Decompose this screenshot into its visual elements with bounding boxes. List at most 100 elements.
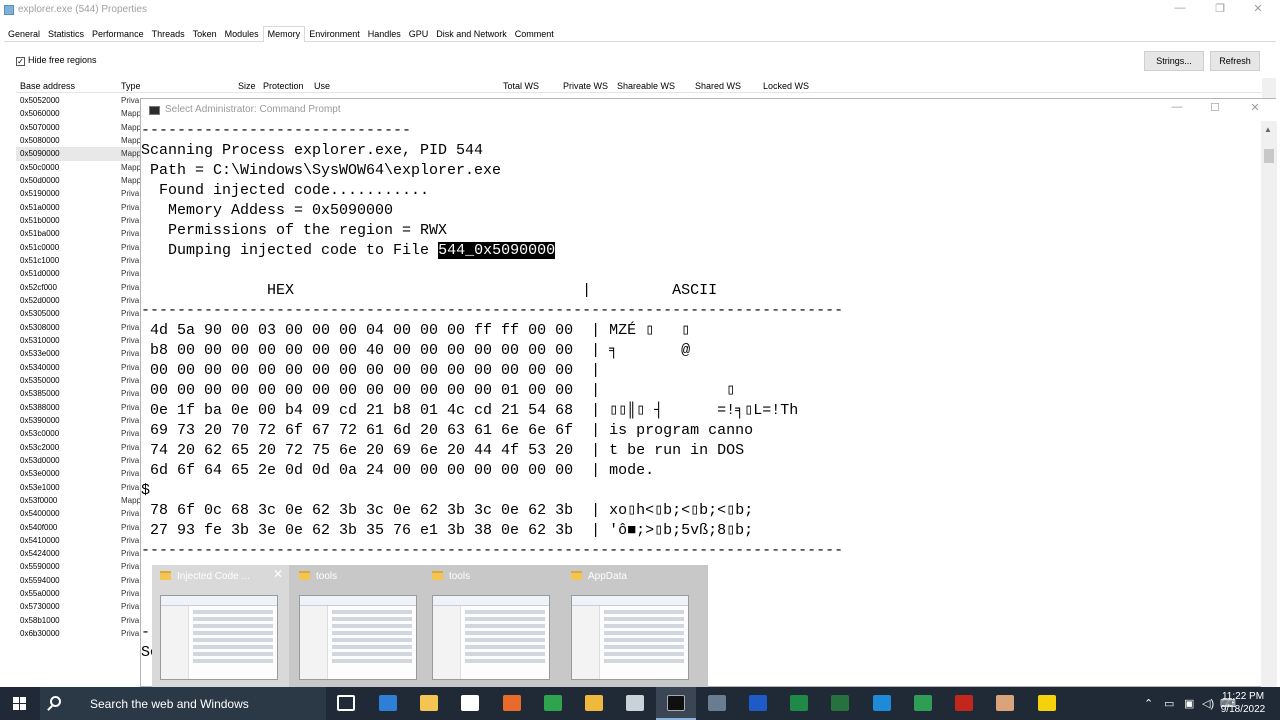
table-row[interactable]: 0x5305000 Priva — [16, 307, 146, 320]
table-row[interactable]: 0x52cf000 Priva — [16, 281, 146, 294]
col-shared-ws[interactable]: Shared WS — [695, 81, 741, 91]
person-icon[interactable] — [985, 687, 1025, 720]
file-explorer-icon[interactable] — [409, 687, 449, 720]
window-thumbnail[interactable]: tools — [424, 565, 561, 687]
taskbar-clock[interactable]: 11:22 PM 9/18/2022 — [1218, 690, 1268, 716]
col-private-ws[interactable]: Private WS — [563, 81, 608, 91]
table-row[interactable]: 0x53e0000 Priva — [16, 467, 146, 480]
table-row[interactable]: 0x5390000 Priva — [16, 414, 146, 427]
table-row[interactable]: 0x5590000 Priva — [16, 560, 146, 573]
store-icon[interactable] — [450, 687, 490, 720]
tab-token[interactable]: Token — [189, 27, 221, 43]
taskbar-search-box[interactable]: Search the web and Windows — [40, 687, 326, 720]
snake-icon[interactable] — [944, 687, 984, 720]
col-use[interactable]: Use — [314, 81, 330, 91]
table-row[interactable]: 0x52d0000 Priva — [16, 294, 146, 307]
table-row[interactable]: 0x533e000 Priva — [16, 347, 146, 360]
table-row[interactable]: 0x5350000 Priva — [16, 374, 146, 387]
col-shareable-ws[interactable]: Shareable WS — [617, 81, 675, 91]
tab-statistics[interactable]: Statistics — [44, 27, 88, 43]
maximize-button[interactable]: ❐ — [1200, 2, 1240, 18]
table-row[interactable]: 0x50c0000 Mapp — [16, 161, 146, 174]
window-thumbnail[interactable]: tools — [291, 565, 428, 687]
close-button[interactable]: ✕ — [1238, 2, 1278, 18]
table-row[interactable]: 0x51d0000 Priva — [16, 267, 146, 280]
table-row[interactable]: 0x5410000 Priva — [16, 534, 146, 547]
table-row[interactable]: 0x51c1000 Priva — [16, 254, 146, 267]
volume-icon[interactable]: ◁) — [1202, 697, 1214, 710]
edge-icon[interactable] — [368, 687, 408, 720]
gear-blue-icon[interactable] — [862, 687, 902, 720]
cmd-scrollbar[interactable]: ▲ — [1261, 121, 1277, 688]
refresh-button[interactable]: Refresh — [1210, 51, 1260, 71]
tab-threads[interactable]: Threads — [148, 27, 189, 43]
table-row[interactable]: 0x51ba000 Priva — [16, 227, 146, 240]
thumbnail-close-icon[interactable]: ✕ — [271, 567, 285, 581]
action-center-icon[interactable]: ▭ — [1164, 697, 1174, 710]
col-total-ws[interactable]: Total WS — [503, 81, 539, 91]
table-row[interactable]: 0x55a0000 Priva — [16, 587, 146, 600]
table-row[interactable]: 0x5340000 Priva — [16, 361, 146, 374]
network-icon[interactable]: ▣ — [1184, 697, 1194, 710]
firefox-icon[interactable] — [492, 687, 532, 720]
chevron-up-icon[interactable]: ⌃ — [1144, 697, 1153, 710]
col-base-address[interactable]: Base address — [20, 81, 75, 91]
task-view-icon[interactable] — [326, 687, 366, 720]
table-row[interactable]: 0x5424000 Priva — [16, 547, 146, 560]
tab-environment[interactable]: Environment — [305, 27, 364, 43]
table-row[interactable]: 0x5310000 Priva — [16, 334, 146, 347]
tab-memory[interactable]: Memory — [262, 26, 306, 42]
tab-gpu[interactable]: GPU — [405, 27, 433, 43]
table-row[interactable]: 0x5385000 Priva — [16, 387, 146, 400]
excel-icon[interactable] — [779, 687, 819, 720]
table-row[interactable]: 0x53e1000 Priva — [16, 481, 146, 494]
table-row[interactable]: 0x5388000 Priva — [16, 401, 146, 414]
cmd-maximize-button[interactable]: ☐ — [1195, 101, 1235, 117]
table-row[interactable]: 0x5730000 Priva — [16, 600, 146, 613]
table-row[interactable]: 0x53c0000 Priva — [16, 427, 146, 440]
cmd-minimize-button[interactable]: — — [1157, 101, 1197, 117]
settings-icon[interactable] — [615, 687, 655, 720]
network-app-icon[interactable] — [697, 687, 737, 720]
col-size[interactable]: Size — [238, 81, 256, 91]
app-green-icon[interactable] — [533, 687, 573, 720]
app-folder-icon[interactable] — [574, 687, 614, 720]
tab-comment[interactable]: Comment — [511, 27, 558, 43]
strings-button[interactable]: Strings... — [1144, 51, 1204, 71]
table-row[interactable]: 0x5070000 Mapp — [16, 121, 146, 134]
tab-modules[interactable]: Modules — [221, 27, 263, 43]
cmd-close-button[interactable]: ✕ — [1235, 101, 1275, 117]
table-row[interactable]: 0x5090000 Mapp — [16, 147, 146, 161]
table-row[interactable]: 0x5400000 Priva — [16, 507, 146, 520]
tab-general[interactable]: General — [4, 27, 44, 43]
table-row[interactable]: 0x53c2000 Priva — [16, 441, 146, 454]
excel2-icon[interactable] — [903, 687, 943, 720]
scroll-thumb[interactable] — [1264, 149, 1274, 163]
table-row[interactable]: 0x6b30000 Priva — [16, 627, 146, 640]
table-row[interactable]: 0x5308000 Priva — [16, 321, 146, 334]
window-thumbnail[interactable]: Injected Code ... ✕ — [152, 565, 289, 687]
col-type[interactable]: Type — [121, 81, 141, 91]
table-row[interactable]: 0x50d0000 Mapp — [16, 174, 146, 187]
terminal-app-icon[interactable] — [820, 687, 860, 720]
minimize-button[interactable]: — — [1160, 2, 1200, 18]
col-locked-ws[interactable]: Locked WS — [763, 81, 809, 91]
tab-handles[interactable]: Handles — [364, 27, 405, 43]
start-button[interactable] — [0, 687, 40, 720]
tab-disk-and-network[interactable]: Disk and Network — [432, 27, 511, 43]
table-row[interactable]: 0x53f0000 Mapp — [16, 494, 146, 507]
window-thumbnail[interactable]: AppData — [563, 565, 700, 687]
table-row[interactable]: 0x51a0000 Priva — [16, 201, 146, 214]
scroll-up-icon[interactable]: ▲ — [1264, 125, 1272, 134]
hide-free-regions-checkbox[interactable]: ✓ Hide free regions — [16, 55, 97, 66]
table-row[interactable]: 0x5052000 Priva — [16, 94, 146, 107]
table-row[interactable]: 0x5060000 Mapp — [16, 107, 146, 120]
t-app-icon[interactable] — [1027, 687, 1067, 720]
table-row[interactable]: 0x51b0000 Priva — [16, 214, 146, 227]
chart-app-icon[interactable] — [738, 687, 778, 720]
tab-performance[interactable]: Performance — [88, 27, 148, 43]
table-row[interactable]: 0x51c0000 Priva — [16, 241, 146, 254]
table-row[interactable]: 0x53d0000 Priva — [16, 454, 146, 467]
col-protection[interactable]: Protection — [263, 81, 304, 91]
table-row[interactable]: 0x58b1000 Priva — [16, 614, 146, 627]
